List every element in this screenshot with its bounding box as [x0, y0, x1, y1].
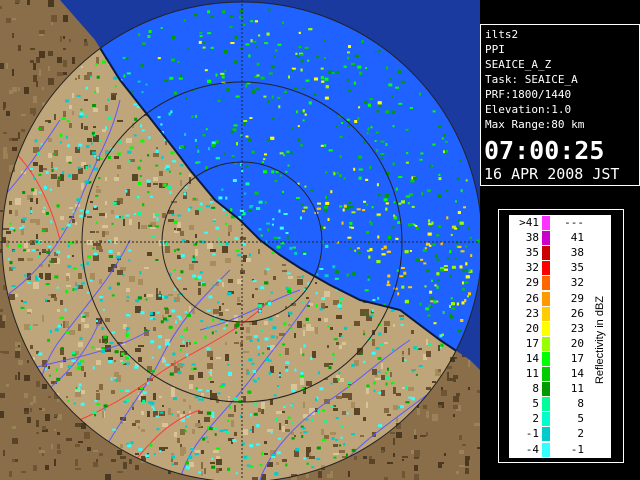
legend-row-low: >41	[519, 216, 539, 229]
legend-row-high: 38	[570, 246, 584, 260]
legend-swatch	[542, 382, 550, 397]
legend-row-high: 29	[570, 291, 584, 305]
legend-row-high: 41	[570, 231, 584, 245]
legend-swatch	[542, 336, 550, 351]
legend-row-high: 20	[570, 336, 584, 350]
legend-row-low: 8	[532, 382, 539, 396]
legend-row-high: ---	[564, 216, 584, 229]
legend-row-low: 38	[525, 231, 539, 245]
legend-row-high: 11	[570, 382, 584, 396]
legend-title: Reflectivity in dBZ	[594, 295, 606, 385]
radar-ppi-display	[0, 0, 480, 480]
legend-row-high: -1	[570, 442, 584, 456]
scan-time: 07:00:25	[484, 136, 605, 165]
legend-row-high: 2	[577, 427, 584, 441]
scan-mode: PPI	[485, 43, 505, 56]
legend-row-low: 20	[525, 321, 539, 335]
legend-row-high: 14	[570, 367, 584, 380]
task-name: Task: SEAICE_A	[485, 73, 578, 86]
legend-swatch	[542, 276, 550, 291]
scan-date: 16 APR 2008 JST	[484, 165, 620, 183]
legend-row-low: 5	[532, 397, 539, 411]
legend-row-low: -4	[525, 442, 539, 456]
legend-row-low: 2	[532, 412, 539, 426]
legend-swatch	[542, 442, 550, 457]
legend-row-low: 14	[525, 351, 539, 365]
legend-row-low: 35	[525, 246, 539, 260]
legend-swatch	[542, 397, 550, 412]
legend-row-high: 35	[570, 261, 584, 275]
legend-swatch	[542, 367, 550, 381]
reflectivity-legend: >41 --- 38 41 35 38 32 35 29 32 26 29 23 26 20 23 17 20 14…	[498, 209, 624, 463]
legend-swatch	[542, 351, 550, 366]
legend-row-high: 23	[570, 321, 584, 335]
prf-value: PRF:1800/1440	[485, 88, 572, 101]
legend-swatch	[542, 321, 550, 336]
legend-row-low: 23	[525, 306, 539, 320]
legend-row-low: 26	[525, 291, 539, 305]
legend-row-low: 32	[525, 261, 539, 275]
legend-row-low: -1	[525, 427, 539, 441]
product-name: SEAICE_A_Z	[485, 58, 552, 71]
legend-swatch	[542, 246, 550, 261]
elevation-value: Elevation:1.0	[485, 103, 572, 116]
legend-swatch	[542, 261, 550, 276]
legend-row-high: 17	[570, 351, 584, 365]
legend-row-low: 29	[525, 276, 539, 290]
max-range-value: Max Range:80 km	[485, 118, 585, 131]
legend-row-low: 17	[525, 336, 539, 350]
legend-row-high: 5	[577, 412, 584, 426]
radar-name: ilts2	[485, 28, 519, 41]
legend-body: >41 --- 38 41 35 38 32 35 29 32 26 29 23 26 20 23 17 20 14…	[509, 215, 611, 458]
legend-swatch	[542, 306, 550, 321]
legend-row-high: 26	[570, 306, 584, 320]
legend-swatch	[542, 216, 550, 230]
legend-swatch	[542, 291, 550, 306]
legend-row-high: 32	[570, 276, 584, 290]
legend-swatch	[542, 231, 550, 246]
legend-row-low: 11	[525, 367, 539, 380]
legend-swatch	[542, 412, 550, 427]
radar-map[interactable]	[0, 0, 480, 480]
legend-swatch	[542, 427, 550, 442]
radar-info-panel: ilts2 PPI SEAICE_A_Z Task: SEAICE_A PRF:…	[480, 24, 640, 186]
legend-row-high: 8	[577, 397, 584, 411]
